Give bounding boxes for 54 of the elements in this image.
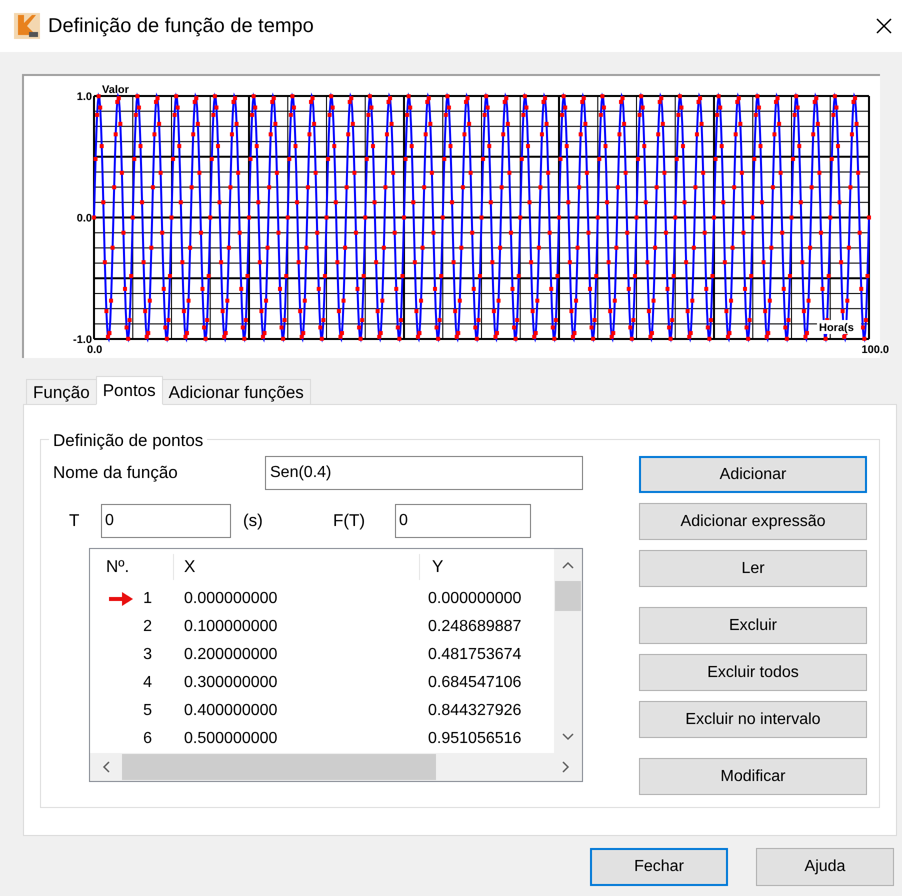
vertical-scrollbar[interactable]	[554, 549, 582, 753]
field-label: T	[68, 510, 80, 532]
dialog-button[interactable]: Modificar	[639, 758, 867, 795]
table-cell-text: 0.248689887	[427, 617, 522, 637]
table-cell-text: 0.500000000	[183, 729, 278, 749]
dialog-button[interactable]: Adicionar	[639, 456, 867, 493]
y-axis-label: Valor	[102, 84, 129, 96]
x-tick-label: 100.0	[861, 344, 889, 356]
table-cell-text: 0.000000000	[183, 589, 278, 609]
table-cell-text: 0.300000000	[183, 673, 278, 693]
tab[interactable]: Adicionar funções	[162, 379, 311, 405]
table-cell-text: 0.400000000	[183, 701, 278, 721]
dialog-button[interactable]: Excluir	[639, 607, 867, 644]
y-tick-label: -1.0	[73, 334, 92, 346]
dialog-button[interactable]: Ajuda	[756, 848, 894, 886]
dialog-button[interactable]: Ler	[639, 550, 867, 587]
table-cell-text: 2	[143, 617, 152, 637]
x-tick-label: 0.0	[87, 344, 102, 356]
f-field[interactable]: 0	[395, 504, 531, 538]
unit-label: (s)	[243, 510, 264, 532]
table-cell-text: 4	[143, 673, 152, 693]
tab[interactable]: Pontos	[96, 376, 163, 405]
table-cell-text: 3	[143, 645, 152, 665]
table-cell-text: 0.000000000	[427, 589, 522, 609]
close-icon[interactable]	[876, 18, 892, 34]
dialog-button[interactable]: Excluir no intervalo	[639, 701, 867, 738]
table-cell-text: 6	[143, 729, 152, 749]
column-header[interactable]: Nº.	[90, 554, 174, 580]
x-axis-label: Hora(s	[819, 322, 854, 334]
horizontal-scrollbar[interactable]	[90, 753, 582, 781]
dialog-button[interactable]: Fechar	[590, 848, 728, 886]
field-label: F(T)	[333, 510, 366, 532]
table-cell-text: 0.684547106	[427, 673, 522, 693]
name-field[interactable]: Sen(0.4)	[265, 456, 583, 490]
column-header[interactable]: Y	[420, 554, 554, 580]
field-label: Nome da função	[53, 462, 179, 484]
tab[interactable]: Função	[26, 379, 97, 405]
table-cell-text: 0.844327926	[427, 701, 522, 721]
window-title: Definição de função de tempo	[48, 14, 314, 39]
dialog-button[interactable]: Excluir todos	[639, 654, 867, 691]
table-cell-text: 1	[143, 589, 152, 609]
table-cell-text: 0.481753674	[427, 645, 522, 665]
t-field[interactable]: 0	[101, 504, 231, 538]
table-cell-text: 0.200000000	[183, 645, 278, 665]
scroll-thumb[interactable]	[555, 581, 581, 611]
table-cell-text: 5	[143, 701, 152, 721]
app-logo-icon	[14, 13, 40, 39]
y-tick-label: 0.0	[76, 212, 92, 224]
table-cell-text: 0.951056516	[427, 729, 522, 749]
column-header[interactable]: X	[174, 554, 420, 580]
y-tick-label: 1.0	[76, 91, 92, 103]
scroll-thumb[interactable]	[122, 754, 436, 780]
dialog-button[interactable]: Adicionar expressão	[639, 503, 867, 540]
table-cell-text: 0.100000000	[183, 617, 278, 637]
